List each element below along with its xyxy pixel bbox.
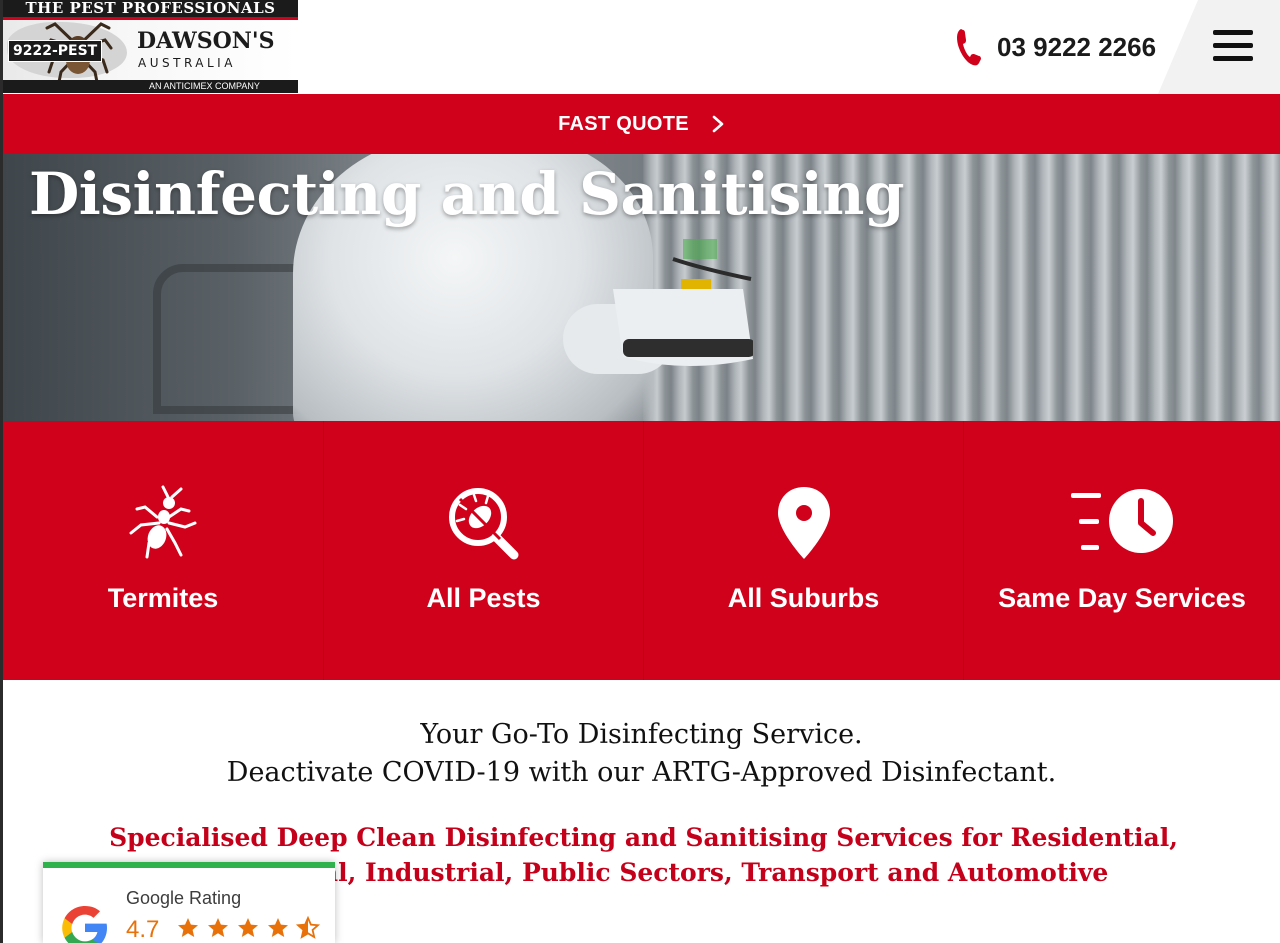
tile-termites[interactable]: Termites (3, 421, 323, 680)
intro-line-1: Your Go-To Disinfecting Service. (420, 719, 863, 750)
star-icon (178, 918, 198, 937)
logo-brand-name: DAWSON'S (137, 28, 275, 54)
phone-icon (957, 29, 981, 66)
fast-quote-label: FAST QUOTE (558, 112, 689, 135)
header-phone-link[interactable]: 03 9222 2266 (955, 26, 1156, 68)
fast-quote-button[interactable]: FAST QUOTE (3, 94, 1280, 154)
tile-label: Same Day Services (998, 583, 1246, 613)
google-rating-title: Google Rating (126, 888, 242, 908)
rating-stars (176, 916, 326, 940)
page-left-edge (0, 0, 3, 943)
tile-same-day-services[interactable]: Same Day Services (963, 421, 1280, 680)
google-rating-widget[interactable]: Google Rating 4.7 (43, 862, 335, 943)
google-rating-score: 4.7 (126, 916, 160, 943)
hero-title: Disinfecting and Sanitising (29, 160, 905, 228)
half-star-icon (296, 916, 320, 939)
logo-phone-badge: 9222-PEST (8, 40, 103, 62)
ant-icon (129, 485, 197, 559)
bug-search-icon (448, 488, 518, 560)
tile-label: All Pests (426, 583, 541, 613)
intro-line-2: Deactivate COVID-19 with our ARTG-Approv… (226, 757, 1057, 788)
dawsons-logo[interactable]: THE PEST PROFESSIONALS 9222-PEST DAWSON'… (3, 0, 298, 93)
chevron-right-icon (712, 115, 724, 133)
fogger-sprayer-image (613, 239, 753, 367)
tile-label: Termites (107, 583, 219, 613)
service-tiles: Termites All Pests All Suburbs Same Day … (3, 421, 1280, 680)
tile-label: All Suburbs (727, 583, 880, 613)
tile-all-suburbs[interactable]: All Suburbs (643, 421, 963, 680)
star-icon (208, 918, 228, 937)
intro-heading: Your Go-To Disinfecting Service. Deactiv… (3, 716, 1280, 792)
location-pin-icon (777, 487, 830, 559)
tile-all-pests[interactable]: All Pests (323, 421, 643, 680)
site-header: THE PEST PROFESSIONALS 9222-PEST DAWSON'… (0, 0, 1280, 94)
star-icon (268, 918, 288, 937)
star-icon (238, 918, 258, 937)
logo-subline: AN ANTICIMEX COMPANY (149, 81, 260, 91)
logo-country: AUSTRALIA (138, 56, 236, 70)
fast-clock-icon (1071, 489, 1173, 553)
phone-number: 03 9222 2266 (997, 31, 1157, 62)
google-g-icon (62, 906, 107, 943)
hamburger-menu-icon[interactable] (1213, 30, 1253, 62)
hero-banner: Disinfecting and Sanitising (3, 154, 1280, 421)
